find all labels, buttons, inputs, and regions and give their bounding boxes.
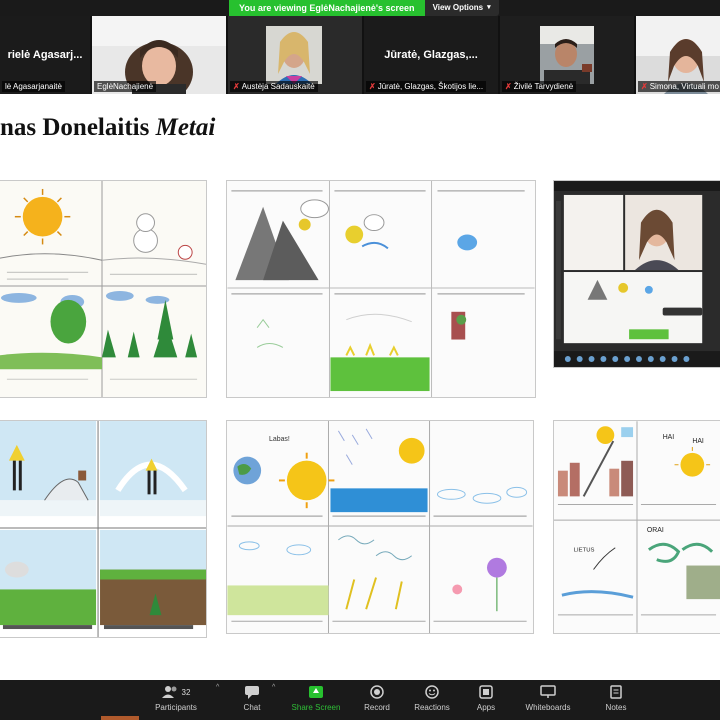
view-options-label: View Options (432, 3, 484, 12)
meeting-toolbar: 32 Participants ^ Chat ^ Share Screen Re… (0, 680, 720, 720)
participant-label: ✗ Jūratė, Glazgas, Škotijos lie... (366, 81, 487, 92)
participant-tile[interactable]: ✗ Simona, Virtuali mo (636, 16, 720, 94)
whiteboard-icon (540, 685, 556, 698)
drawing-panel (553, 180, 720, 368)
drawing-speech-text: HAI (692, 438, 704, 445)
slide-title-text: nas Donelaitis (0, 114, 156, 141)
mic-muted-icon: ✗ (641, 82, 648, 91)
apps-label: Apps (476, 703, 496, 712)
drawing-panel (0, 420, 207, 638)
participant-big-name: Jūratė, Glazgas,... (384, 49, 478, 61)
record-label: Record (364, 703, 390, 712)
zoom-window: You are viewing EglėNachajienė's screen … (0, 0, 720, 720)
chevron-up-icon[interactable]: ^ (216, 684, 219, 691)
participant-name: Simona, Virtuali mo (649, 82, 719, 91)
participant-tile[interactable]: Jūratė, Glazgas,... ✗ Jūratė, Glazgas, Š… (364, 16, 498, 94)
participant-name: Jūratė, Glazgas, Škotijos lie... (377, 82, 484, 91)
reactions-button[interactable]: Reactions (402, 684, 462, 712)
mic-muted-icon: ✗ (233, 82, 240, 91)
share-screen-label: Share Screen (291, 703, 341, 712)
participant-name: EglėNachajienė (97, 82, 154, 91)
chevron-up-icon[interactable]: ^ (272, 684, 275, 691)
share-screen-button[interactable]: Share Screen (286, 684, 346, 712)
viewing-banner-text: You are viewing EglėNachajienė's screen (229, 0, 425, 16)
record-icon (370, 685, 384, 699)
participant-big-name: rielė Agasarj... (7, 49, 83, 61)
kids-drawing-sun-earth: Labas! (227, 421, 533, 633)
participant-label: lė Agasarjanaitė (2, 81, 65, 92)
chat-label: Chat (243, 703, 261, 712)
taskbar-accent (101, 716, 139, 720)
reactions-icon (425, 685, 439, 699)
slide-title: nas Donelaitis Metai (0, 114, 215, 142)
slide-title-italic: Metai (155, 114, 216, 141)
share-screen-icon (309, 686, 323, 698)
participant-name: lė Agasarjanaitė (5, 82, 62, 91)
kids-drawing-mountain (227, 181, 535, 397)
participant-tile[interactable]: ✗ Austėja Sadauskaitė (228, 16, 362, 94)
nested-call-screenshot (554, 181, 720, 367)
kids-drawing-city: HAI HAI ORAI LIETUS (554, 421, 720, 633)
drawing-panel: HAI HAI ORAI LIETUS (553, 420, 720, 634)
participant-label: EglėNachajienė (94, 81, 157, 92)
participant-strip: rielė Agasarj... lė Agasarjanaitė EglėNa… (0, 16, 720, 94)
drawing-panel: Labas! (226, 420, 534, 634)
kids-drawing-digital (0, 421, 206, 637)
participants-icon (161, 686, 177, 698)
view-options-button[interactable]: View Options ▾ (424, 0, 499, 16)
notes-icon (610, 685, 622, 699)
drawing-panel (0, 180, 207, 398)
mic-muted-icon: ✗ (369, 82, 376, 91)
participant-tile[interactable]: ✗ Živilė Tarvydienė (500, 16, 634, 94)
drawing-speech-text: HAI (663, 434, 675, 441)
participant-label: ✗ Austėja Sadauskaitė (230, 81, 318, 92)
participant-tile-active-speaker[interactable]: EglėNachajienė (92, 16, 226, 94)
notes-label: Notes (605, 703, 627, 712)
reactions-label: Reactions (414, 703, 450, 712)
notes-button[interactable]: Notes (586, 684, 646, 712)
viewing-banner: You are viewing EglėNachajienė's screen … (229, 0, 499, 16)
record-button[interactable]: Record (347, 684, 407, 712)
drawing-speech-text: LIETUS (574, 548, 595, 554)
mic-muted-icon: ✗ (505, 82, 512, 91)
participants-label: Participants (155, 703, 197, 712)
participant-name: Živilė Tarvydienė (513, 82, 574, 91)
kids-drawing-seasons (0, 181, 206, 397)
participant-label: ✗ Simona, Virtuali mo (638, 81, 720, 92)
participant-tile[interactable]: rielė Agasarj... lė Agasarjanaitė (0, 16, 90, 94)
shared-screen: nas Donelaitis Metai Labas! HAI HAI ORAI… (0, 94, 720, 680)
whiteboards-label: Whiteboards (525, 703, 571, 712)
drawing-speech-text: ORAI (647, 527, 664, 534)
drawing-speech-text: Labas! (269, 436, 290, 443)
chevron-down-icon: ▾ (487, 4, 491, 11)
apps-button[interactable]: Apps (456, 684, 516, 712)
drawing-panel (226, 180, 536, 398)
participant-label: ✗ Živilė Tarvydienė (502, 81, 577, 92)
participant-name: Austėja Sadauskaitė (241, 82, 315, 91)
whiteboards-button[interactable]: Whiteboards (518, 684, 578, 712)
participants-count: 32 (181, 687, 191, 697)
apps-icon (479, 685, 493, 699)
chat-icon (245, 685, 259, 699)
participants-button[interactable]: 32 Participants (146, 684, 206, 712)
